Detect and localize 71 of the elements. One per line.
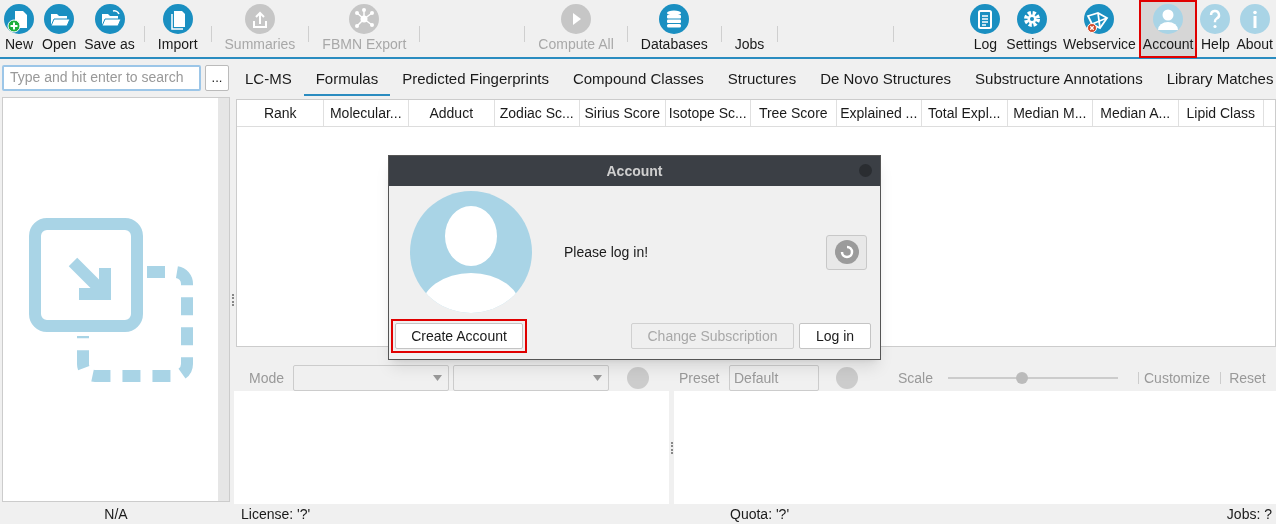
tab[interactable]: Substructure Annotations: [963, 64, 1155, 96]
split-handle[interactable]: [232, 294, 234, 306]
toolbar-button[interactable]: Import: [154, 0, 201, 58]
toolbar-button[interactable]: About: [1233, 0, 1276, 58]
column-header[interactable]: Zodiac Sc...: [494, 100, 580, 126]
slider-thumb[interactable]: [1015, 372, 1028, 384]
column-header[interactable]: Lipid Class: [1178, 100, 1264, 126]
import-drop-icon: [28, 217, 193, 382]
caret-icon: [593, 375, 602, 381]
search-field[interactable]: Type and hit enter to search: [2, 64, 201, 91]
tab[interactable]: Predicted Fingerprints: [390, 64, 561, 96]
dialog-button[interactable]: Create Account: [395, 323, 523, 349]
more-button[interactable]: ...: [205, 64, 229, 91]
dialog-button[interactable]: Log in: [799, 323, 871, 349]
toolbar-button[interactable]: Open: [39, 0, 80, 58]
user-icon: [1153, 3, 1184, 34]
help-icon: [1200, 3, 1231, 34]
toolbar-button[interactable]: Webservice: [1059, 0, 1139, 58]
scrollbar[interactable]: [218, 98, 229, 501]
toolbar-button[interactable]: Account: [1138, 0, 1198, 58]
toolbar-button[interactable]: Jobs: [731, 0, 768, 58]
tab[interactable]: De Novo Structures: [808, 64, 964, 96]
column-header[interactable]: Tree Score: [751, 100, 837, 126]
tab[interactable]: Structures: [715, 64, 809, 96]
toolbar-button[interactable]: New: [1, 0, 37, 58]
preset-value: Default: [734, 368, 779, 388]
upload-icon: [244, 3, 275, 34]
jobs-status: Jobs: ?: [1226, 504, 1272, 524]
tab[interactable]: Formulas: [303, 64, 391, 96]
column-header[interactable]: Median A...: [1093, 100, 1179, 126]
refresh-icon: [833, 239, 860, 265]
settings-icon: [1016, 3, 1047, 34]
split-handle[interactable]: [670, 441, 673, 454]
info-icon: [1239, 3, 1270, 34]
play-icon: [561, 3, 592, 34]
mode-label: Mode: [249, 368, 286, 388]
toolbar-button[interactable]: Save as: [81, 0, 138, 58]
toolbar-button[interactable]: Log: [967, 0, 1004, 58]
scale-slider[interactable]: [948, 371, 1118, 385]
column-header[interactable]: Sirius Score: [580, 100, 666, 126]
tab[interactable]: Compound Classes: [560, 64, 716, 96]
toolbar-button[interactable]: Help: [1197, 0, 1234, 58]
toolbar-button[interactable]: Databases: [637, 0, 711, 58]
column-header[interactable]: Molecular...: [323, 100, 409, 126]
clipboard-icon: [970, 3, 1001, 34]
quota-status: Quota: '?': [730, 504, 791, 524]
preset-label: Preset: [679, 368, 721, 388]
dropdown[interactable]: [453, 365, 609, 391]
column-header[interactable]: Adduct: [409, 100, 495, 126]
toolbar-button[interactable]: Settings: [1003, 0, 1060, 58]
license-status: License: '?': [241, 504, 312, 524]
new-file-icon: [4, 3, 34, 34]
column-header[interactable]: Rank: [238, 100, 324, 126]
scale-label: Scale: [898, 368, 935, 388]
folder-icon: [94, 3, 125, 34]
column-header[interactable]: Median M...: [1007, 100, 1093, 126]
document-icon: [162, 3, 193, 34]
mode-dropdown[interactable]: [293, 365, 449, 391]
login-message: Please log in!: [564, 242, 650, 262]
database-icon: [659, 3, 690, 34]
status-text: N/A: [103, 504, 129, 524]
refresh-button[interactable]: [826, 234, 867, 270]
caret-icon: [433, 375, 442, 381]
column-header[interactable]: Isotope Sc...: [665, 100, 751, 126]
column-header[interactable]: Explained ...: [836, 100, 922, 126]
column-header[interactable]: Total Expl...: [922, 100, 1008, 126]
tab[interactable]: LC-MS: [233, 64, 304, 96]
dialog-title: Account: [606, 161, 663, 181]
network-icon: [349, 3, 380, 34]
folder-icon: [44, 3, 75, 34]
tab[interactable]: Library Matches: [1154, 64, 1276, 96]
